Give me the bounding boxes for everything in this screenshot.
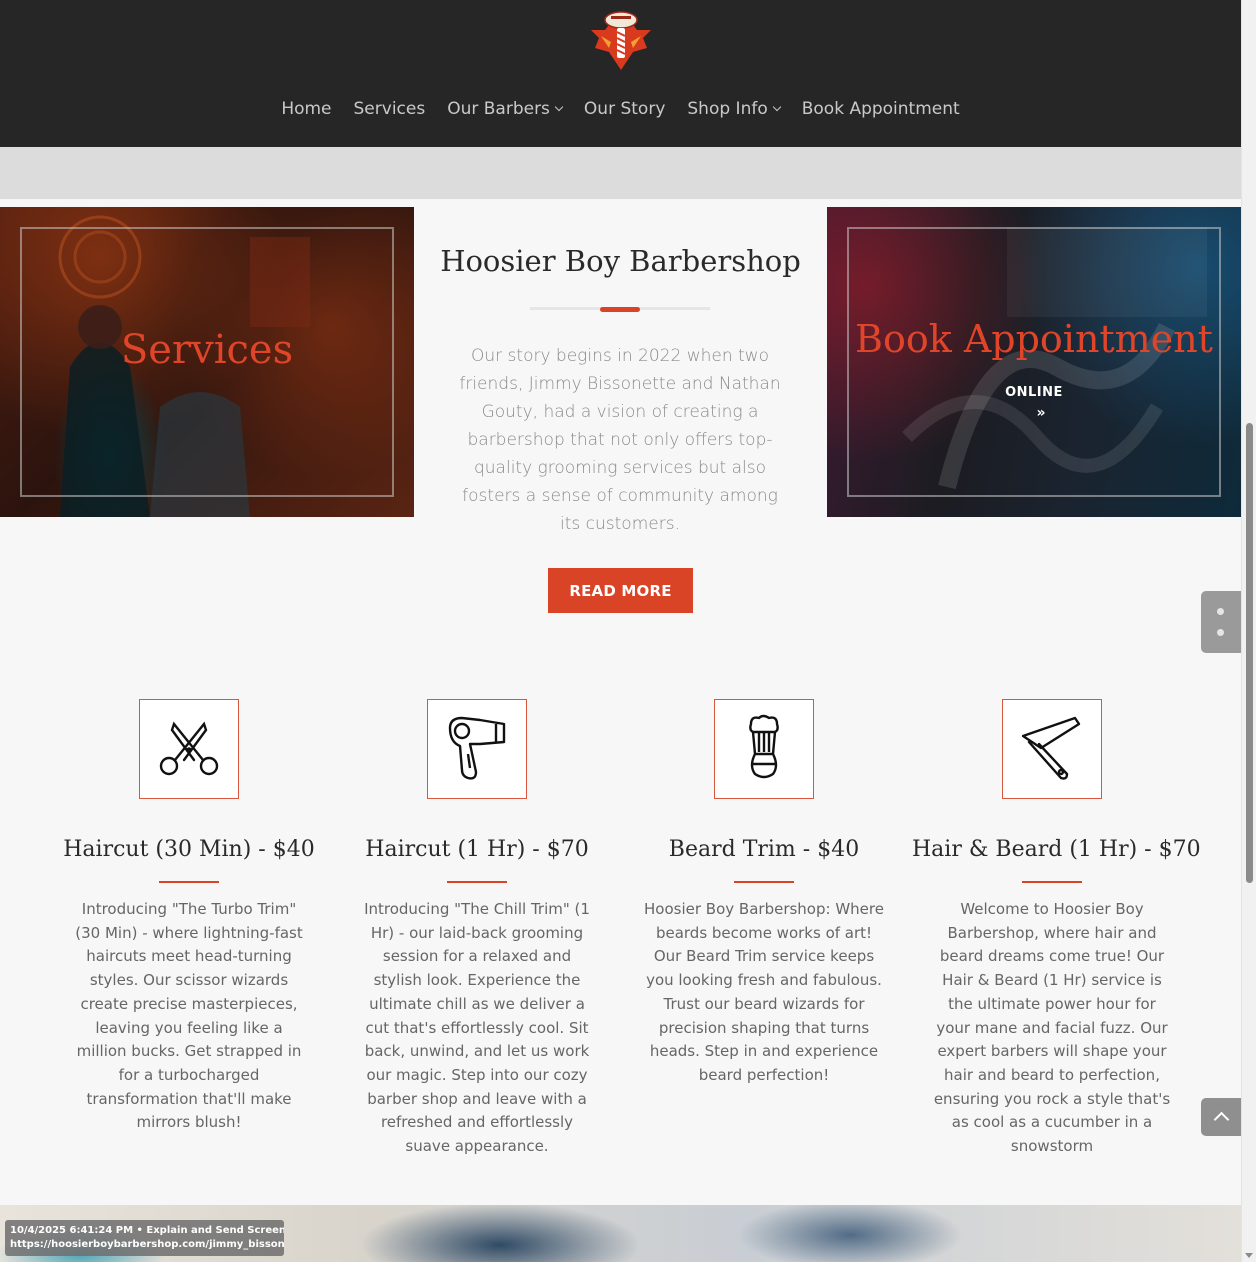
scroll-down-arrow-icon[interactable] xyxy=(1245,1253,1253,1258)
nav-label: Book Appointment xyxy=(801,99,960,119)
shaving-brush-icon xyxy=(714,699,814,799)
service-divider xyxy=(159,881,219,883)
hair-dryer-icon xyxy=(427,699,527,799)
status-timestamp: 10/4/2025 6:41:24 PM • Explain and Send … xyxy=(10,1225,284,1236)
header-spacer-band xyxy=(0,147,1241,199)
scrollbar-thumb[interactable] xyxy=(1246,423,1253,883)
about-title: Hoosier Boy Barbershop xyxy=(440,244,801,278)
about-text: Our story begins in 2022 when two friend… xyxy=(459,346,781,534)
section-dot-1[interactable] xyxy=(1217,608,1224,615)
page-scrollbar[interactable] xyxy=(1241,0,1256,1262)
status-url: https://hoosierboybarbershop.com/jimmy_b… xyxy=(10,1239,284,1250)
services-panel[interactable]: Services xyxy=(0,207,414,517)
nav-label: Services xyxy=(353,99,426,119)
nav-home[interactable]: Home xyxy=(281,96,331,122)
chevron-down-icon xyxy=(554,102,564,112)
service-divider xyxy=(1022,881,1082,883)
service-title: Haircut (30 Min) - $40 xyxy=(63,837,315,862)
straight-razor-icon xyxy=(1002,699,1102,799)
double-chevron-right-icon: » xyxy=(1036,405,1046,421)
read-more-button[interactable]: READ MORE xyxy=(548,568,693,613)
service-description: Welcome to Hoosier Boy Barbershop, where… xyxy=(933,900,1171,1156)
service-title: Beard Trim - $40 xyxy=(668,837,860,862)
online-label: ONLINE xyxy=(1005,385,1063,400)
service-divider xyxy=(734,881,794,883)
nav-label: Shop Info xyxy=(687,99,768,119)
nav-services[interactable]: Services xyxy=(354,96,426,122)
nav-book-appointment[interactable]: Book Appointment xyxy=(802,96,960,122)
screenshot-status-overlay: 10/4/2025 6:41:24 PM • Explain and Send … xyxy=(5,1220,284,1256)
main-nav: Home Services Our Barbers Our Story Shop… xyxy=(0,96,1241,122)
nav-label: Our Barbers xyxy=(447,99,550,119)
service-divider xyxy=(447,881,507,883)
chevron-up-icon xyxy=(1213,1111,1229,1128)
service-description: Introducing "The Chill Trim" (1 Hr) - ou… xyxy=(364,900,590,1156)
book-appointment-panel[interactable]: Book Appointment ONLINE » xyxy=(827,207,1241,517)
nav-label: Our Story xyxy=(583,99,666,119)
service-title: Haircut (1 Hr) - $70 xyxy=(365,837,589,862)
hoosier-boy-logo[interactable] xyxy=(589,8,653,74)
service-description: Introducing "The Turbo Trim" (30 Min) - … xyxy=(75,900,303,1132)
section-dot-nav xyxy=(1201,591,1241,653)
nav-our-story[interactable]: Our Story xyxy=(584,96,665,122)
scissors-icon xyxy=(139,699,239,799)
chevron-down-icon xyxy=(772,102,781,112)
title-divider-accent xyxy=(600,307,640,312)
section-dot-2[interactable] xyxy=(1217,629,1224,636)
service-description: Hoosier Boy Barbershop: Where beards bec… xyxy=(644,900,884,1084)
panel-frame xyxy=(847,227,1221,497)
nav-our-barbers[interactable]: Our Barbers xyxy=(447,96,564,122)
nav-label: Home xyxy=(281,99,332,119)
site-header: Home Services Our Barbers Our Story Shop… xyxy=(0,0,1241,147)
nav-shop-info[interactable]: Shop Info xyxy=(687,96,781,122)
service-title: Hair & Beard (1 Hr) - $70 xyxy=(912,837,1201,862)
services-panel-title: Services xyxy=(120,327,294,373)
book-appointment-title: Book Appointment xyxy=(855,317,1213,361)
back-to-top-button[interactable] xyxy=(1201,1098,1241,1136)
